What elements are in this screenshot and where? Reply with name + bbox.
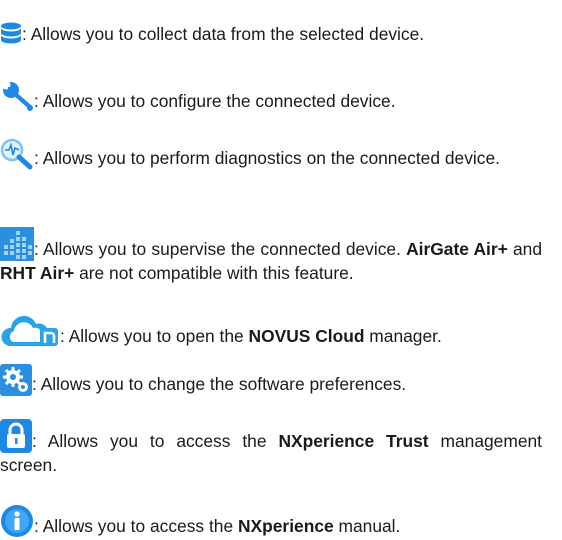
database-icon [0,22,22,46]
legend-item-manual: : Allows you to access the NXperience ma… [0,504,542,538]
legend-text-manual-1: : Allows you to access the [34,516,238,536]
legend-text-preferences: : Allows you to change the software pref… [32,374,407,394]
legend-item-trust: : Allows you to access the NXperience Tr… [0,419,542,477]
padlock-icon [0,419,32,453]
legend-bold-airgate: AirGate Air+ [406,239,508,259]
legend-text-trust-1: : Allows you to access the [32,431,279,451]
info-icon [0,504,34,538]
legend-text-cloud-1: : Allows you to open the [60,326,249,346]
legend-text-cloud-2: manager. [364,326,442,346]
legend-bold-novus-cloud: NOVUS Cloud [248,326,365,346]
legend-bold-nxperience-trust: NXperience Trust [278,431,429,451]
novus-cloud-icon [0,314,60,348]
legend-item-supervise: : Allows you to supervise the connected … [0,227,542,285]
legend-item-collect: : Allows you to collect data from the se… [0,22,542,46]
diagnostics-magnifier-icon [0,138,34,170]
legend-item-diagnostics: : Allows you to perform diagnostics on t… [0,138,542,170]
wrench-icon [0,79,34,113]
legend-bold-nxperience: NXperience [237,516,334,536]
legend-text-diagnostics: : Allows you to perform diagnostics on t… [34,148,500,168]
legend-text-supervise-2: and [507,239,542,259]
legend-text-manual-2: manual. [333,516,401,536]
legend-text-configure: : Allows you to configure the connected … [34,91,396,111]
supervision-grid-icon [0,227,34,261]
legend-bold-rht: RHT Air+ [0,263,75,283]
legend-item-cloud: : Allows you to open the NOVUS Cloud man… [0,314,542,348]
legend-item-configure: : Allows you to configure the connected … [0,79,542,113]
icon-legend-document: : Allows you to collect data from the se… [0,0,562,540]
legend-text-supervise-1: : Allows you to supervise the connected … [34,239,407,259]
gears-icon [0,364,32,396]
legend-item-preferences: : Allows you to change the software pref… [0,364,542,396]
legend-text-supervise-3: are not compatible with this feature. [74,263,354,283]
legend-text-collect: : Allows you to collect data from the se… [22,24,425,44]
